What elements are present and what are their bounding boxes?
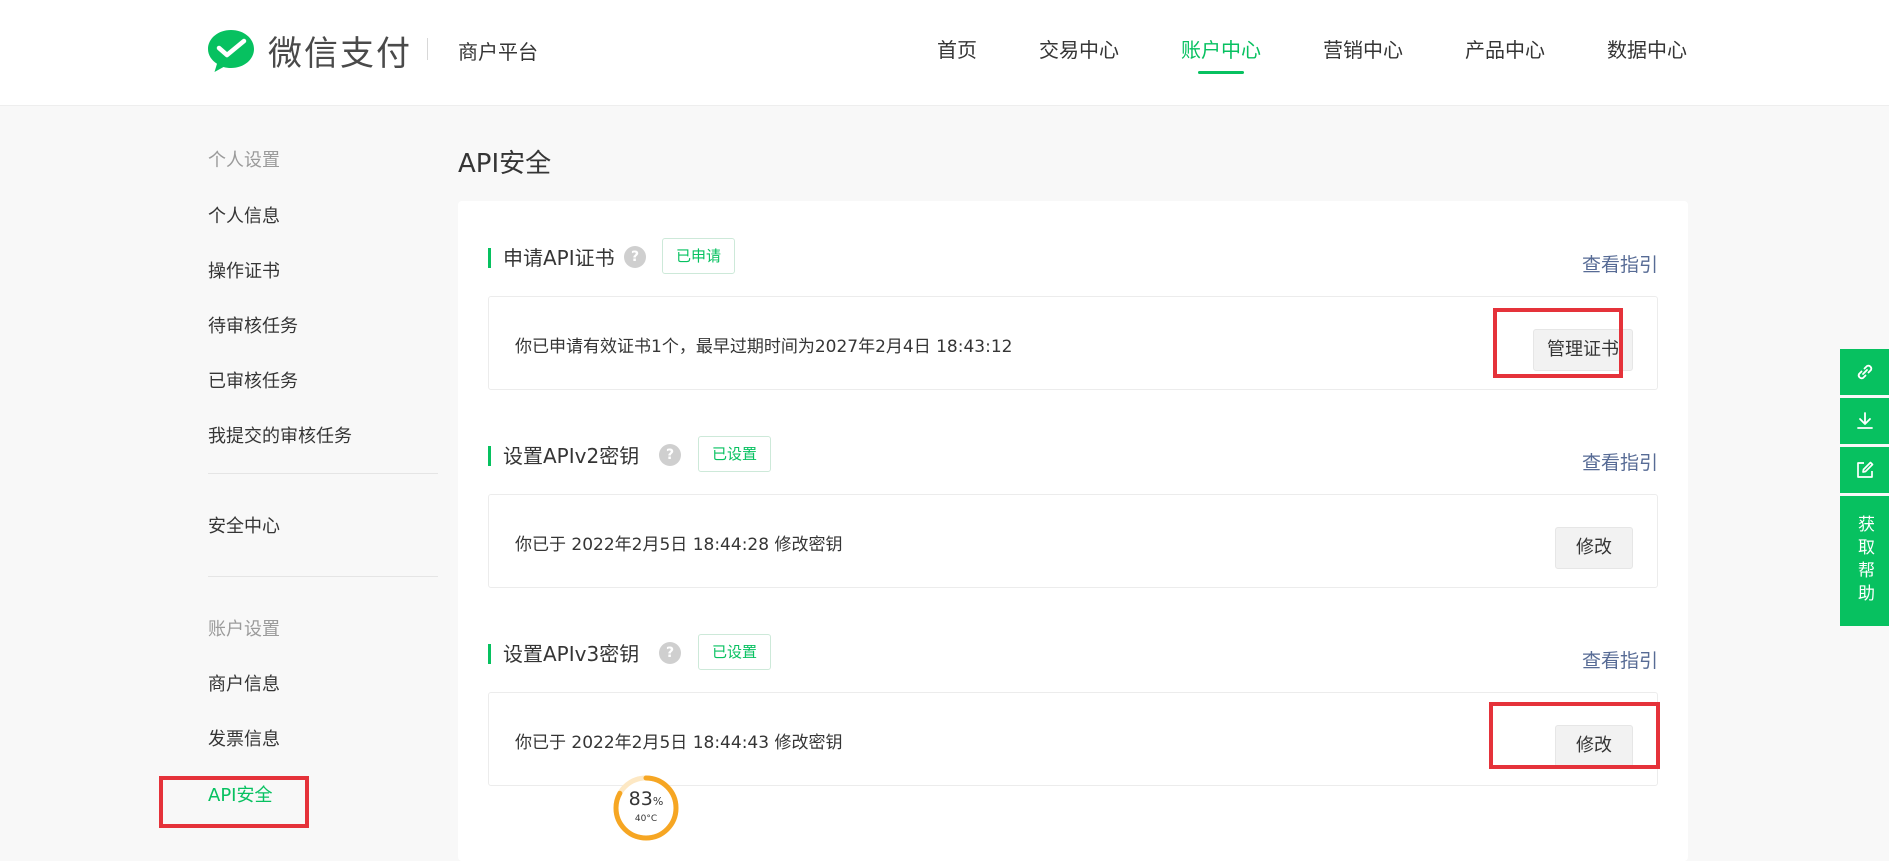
view-guide-link[interactable]: 查看指引 — [1582, 448, 1658, 475]
section-apiv3-key: 设置APIv3密钥 ? 已设置 查看指引 你已于 2022年2月5日 18:44… — [488, 634, 1658, 786]
cert-info-text: 你已申请有效证书1个，最早过期时间为2027年2月4日 18:43:12 — [515, 337, 1013, 357]
key-info-text: 你已于 2022年2月5日 18:44:43 修改密钥 — [515, 733, 843, 753]
section-content: 你已申请有效证书1个，最早过期时间为2027年2月4日 18:43:12 管理证… — [488, 296, 1658, 390]
view-guide-link[interactable]: 查看指引 — [1582, 646, 1658, 673]
edit-button[interactable] — [1840, 447, 1889, 493]
sidebar-item-reviewed-tasks[interactable]: 已审核任务 — [208, 367, 438, 395]
nav-home[interactable]: 首页 — [937, 34, 977, 74]
nav-trade-center[interactable]: 交易中心 — [1039, 34, 1119, 74]
sidebar-item-merchant-info[interactable]: 商户信息 — [208, 670, 438, 698]
section-api-cert: 申请API证书 ? 已申请 查看指引 你已申请有效证书1个，最早过期时间为202… — [488, 238, 1658, 390]
sidebar-item-invoice-info[interactable]: 发票信息 — [208, 725, 438, 753]
section-header: 申请API证书 ? 已申请 查看指引 — [488, 238, 1658, 282]
usage-percent-value: 83 — [628, 788, 653, 810]
section-content: 你已于 2022年2月5日 18:44:43 修改密钥 修改 — [488, 692, 1658, 786]
sidebar-divider — [208, 473, 438, 474]
temperature-value: 40°C — [634, 814, 658, 824]
sidebar-item-my-submitted[interactable]: 我提交的审核任务 — [208, 422, 438, 450]
status-badge: 已申请 — [662, 238, 736, 274]
status-badge: 已设置 — [698, 634, 772, 670]
nav-product-center[interactable]: 产品中心 — [1465, 34, 1545, 74]
sidebar-item-pending-review[interactable]: 待审核任务 — [208, 312, 438, 340]
wechat-pay-logo-icon — [208, 29, 254, 72]
logo-divider — [427, 38, 428, 60]
key-info-text: 你已于 2022年2月5日 18:44:28 修改密钥 — [515, 535, 843, 555]
section-title: 申请API证书 — [488, 248, 615, 268]
question-icon[interactable]: ? — [624, 246, 646, 268]
top-nav: 首页 交易中心 账户中心 营销中心 产品中心 数据中心 — [875, 34, 1687, 74]
sidebar-item-personal-info[interactable]: 个人信息 — [208, 202, 438, 230]
edit-icon — [1856, 461, 1873, 478]
sidebar-item-operation-cert[interactable]: 操作证书 — [208, 257, 438, 285]
usage-percent-unit: % — [652, 795, 664, 808]
section-content: 你已于 2022年2月5日 18:44:28 修改密钥 修改 — [488, 494, 1658, 588]
question-icon[interactable]: ? — [659, 444, 681, 466]
sidebar-group-personal: 个人设置 — [208, 150, 280, 171]
api-security-card: 申请API证书 ? 已申请 查看指引 你已申请有效证书1个，最早过期时间为202… — [458, 201, 1688, 861]
link-button[interactable] — [1840, 349, 1889, 395]
section-title: 设置APIv3密钥 — [488, 644, 639, 664]
section-header: 设置APIv2密钥 ? 已设置 查看指引 — [488, 436, 1658, 480]
sidebar-group-account: 账户设置 — [208, 619, 280, 640]
system-monitor-widget[interactable]: 83% 40°C — [612, 774, 680, 842]
platform-name: 商户平台 — [458, 40, 538, 64]
section-header: 设置APIv3密钥 ? 已设置 查看指引 — [488, 634, 1658, 678]
download-icon — [1856, 412, 1873, 429]
sidebar: 个人设置 个人信息 操作证书 待审核任务 已审核任务 我提交的审核任务 安全中心… — [208, 138, 438, 809]
floating-toolbar: 获取帮助 — [1840, 349, 1889, 626]
modify-apiv2-button[interactable]: 修改 — [1555, 527, 1633, 569]
top-header: 微信支付 商户平台 首页 交易中心 账户中心 营销中心 产品中心 数据中心 — [0, 0, 1889, 106]
sidebar-item-api-security[interactable]: API安全 — [208, 781, 438, 809]
wechat-pay-logo[interactable]: 微信支付 — [206, 26, 412, 75]
nav-data-center[interactable]: 数据中心 — [1607, 34, 1687, 74]
logo-text: 微信支付 — [268, 34, 412, 74]
sidebar-item-security-center[interactable]: 安全中心 — [208, 512, 438, 540]
nav-marketing-center[interactable]: 营销中心 — [1323, 34, 1403, 74]
modify-apiv3-button[interactable]: 修改 — [1555, 725, 1633, 767]
view-guide-link[interactable]: 查看指引 — [1582, 250, 1658, 277]
link-icon — [1857, 364, 1872, 380]
sidebar-divider — [208, 576, 438, 577]
page-title: API安全 — [458, 149, 552, 179]
usage-percent: 83% — [612, 788, 680, 810]
section-title: 设置APIv2密钥 — [488, 446, 639, 466]
nav-account-center[interactable]: 账户中心 — [1181, 34, 1261, 74]
status-badge: 已设置 — [698, 436, 772, 472]
section-apiv2-key: 设置APIv2密钥 ? 已设置 查看指引 你已于 2022年2月5日 18:44… — [488, 436, 1658, 588]
get-help-button[interactable]: 获取帮助 — [1840, 496, 1889, 626]
download-button[interactable] — [1840, 398, 1889, 444]
question-icon[interactable]: ? — [659, 642, 681, 664]
manage-cert-button[interactable]: 管理证书 — [1533, 329, 1633, 371]
